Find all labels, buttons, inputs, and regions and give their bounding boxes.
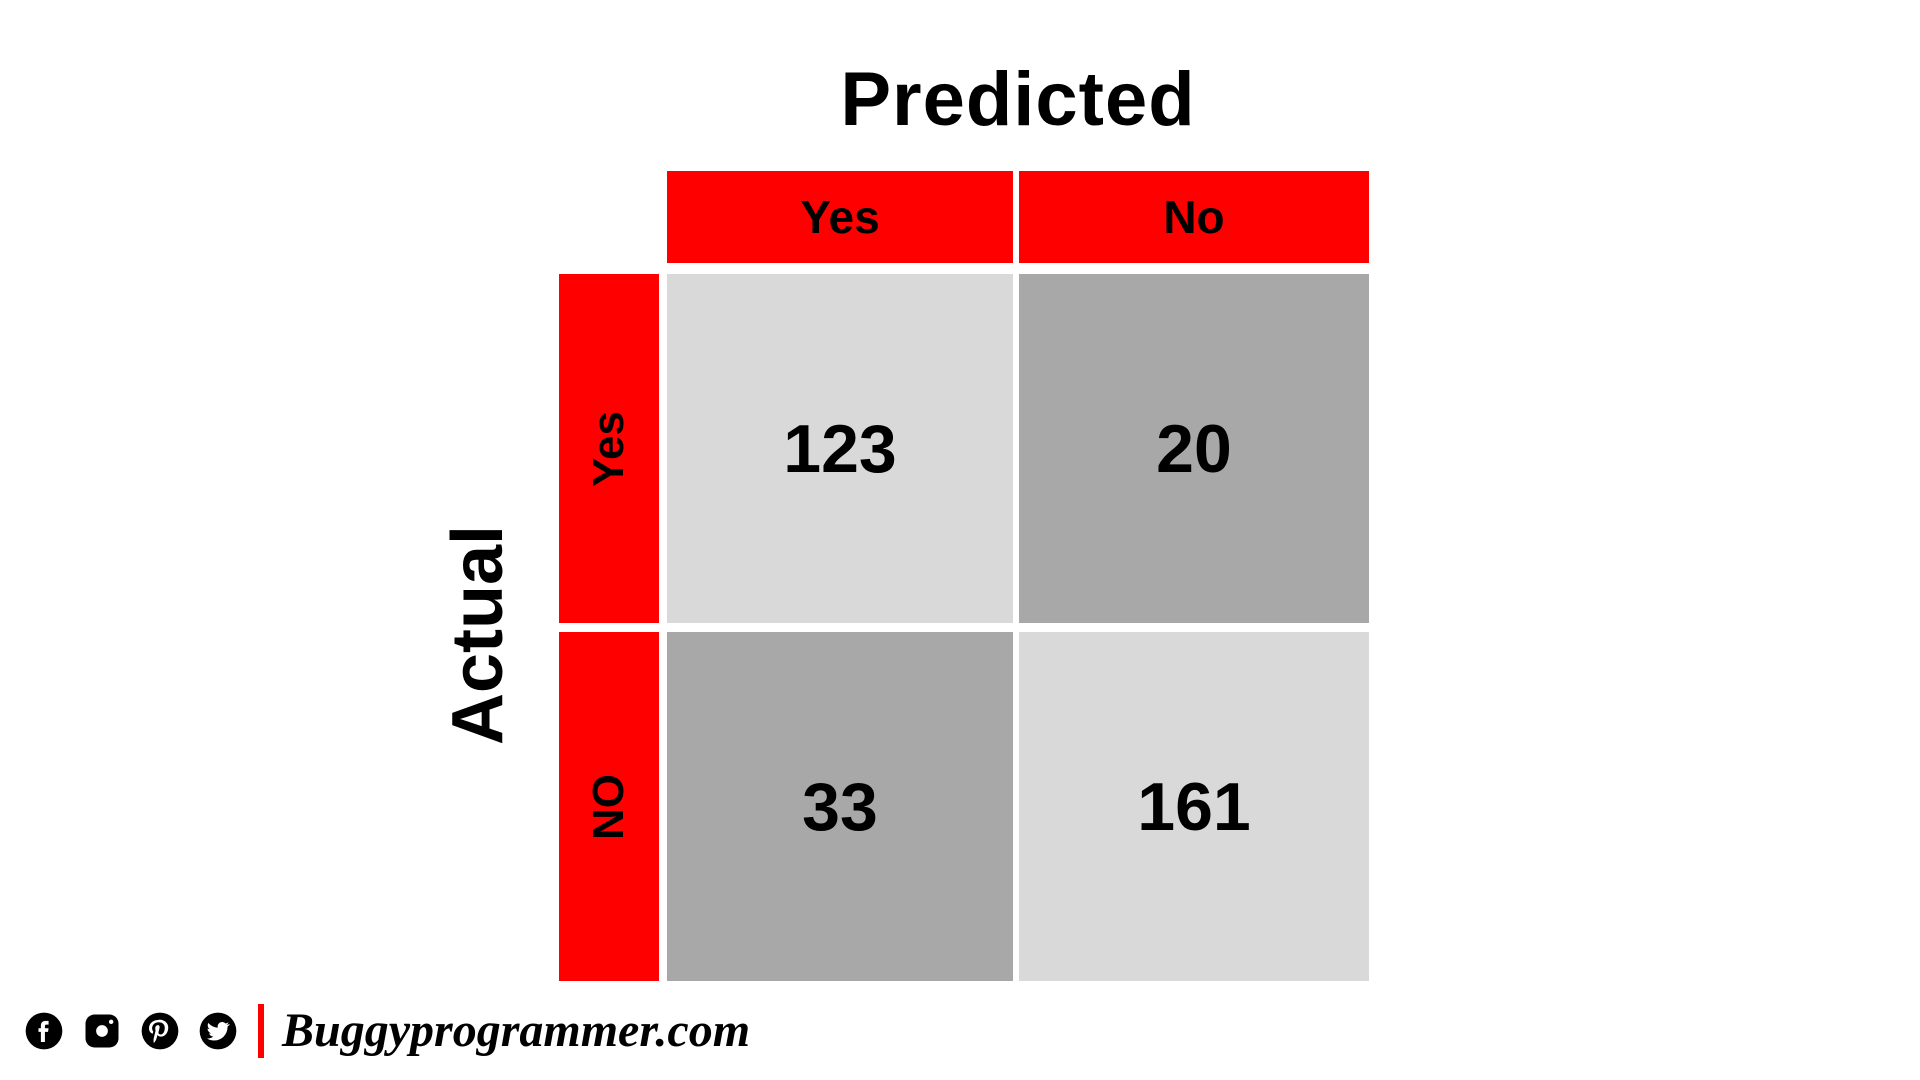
cell-actual-no-pred-yes: 33 (667, 632, 1013, 981)
footer: Buggyprogrammer.com (22, 1003, 750, 1058)
twitter-icon (196, 1009, 240, 1053)
cell-actual-no-pred-no: 161 (1019, 632, 1369, 981)
actual-axis-title: Actual (437, 525, 519, 745)
facebook-icon (22, 1009, 66, 1053)
predicted-axis-title: Predicted (667, 56, 1369, 143)
col-header-yes: Yes (667, 171, 1013, 263)
instagram-icon (80, 1009, 124, 1053)
cell-actual-yes-pred-yes: 123 (667, 274, 1013, 623)
col-header-no: No (1019, 171, 1369, 263)
footer-divider (258, 1004, 264, 1058)
row-header-no: NO (559, 632, 659, 981)
row-header-yes: Yes (559, 274, 659, 623)
cell-actual-yes-pred-no: 20 (1019, 274, 1369, 623)
brand-text: Buggyprogrammer.com (282, 1003, 750, 1058)
confusion-matrix: Predicted Yes No Actual Yes NO 123 20 33… (0, 0, 1920, 1080)
pinterest-icon (138, 1009, 182, 1053)
row-header-yes-label: Yes (584, 411, 634, 487)
row-header-no-label: NO (584, 774, 634, 840)
